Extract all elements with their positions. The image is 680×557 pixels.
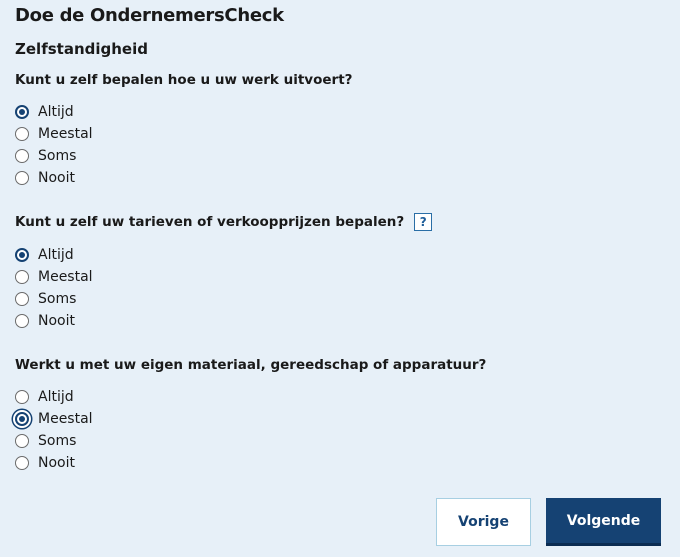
option-label: Meestal <box>38 269 93 285</box>
radio-icon[interactable] <box>15 171 29 185</box>
option-label: Nooit <box>38 455 75 471</box>
question-3-options: Altijd Meestal Soms Nooit <box>15 386 93 474</box>
question-2-text: Kunt u zelf uw tarieven of verkoopprijze… <box>15 214 405 230</box>
radio-icon[interactable] <box>15 456 29 470</box>
question-2-options: Altijd Meestal Soms Nooit <box>15 244 93 332</box>
option-label: Soms <box>38 291 77 307</box>
q3-option-nooit[interactable]: Nooit <box>15 452 93 474</box>
help-icon[interactable]: ? <box>414 213 433 231</box>
q2-option-meestal[interactable]: Meestal <box>15 266 93 288</box>
radio-checked-icon[interactable] <box>15 105 29 119</box>
radio-checked-icon[interactable] <box>15 248 29 262</box>
option-label: Altijd <box>38 247 74 263</box>
option-label: Meestal <box>38 411 93 427</box>
radio-icon[interactable] <box>15 270 29 284</box>
option-label: Altijd <box>38 104 74 120</box>
option-label: Meestal <box>38 126 93 142</box>
question-2: Kunt u zelf uw tarieven of verkoopprijze… <box>15 213 433 231</box>
radio-icon[interactable] <box>15 434 29 448</box>
option-label: Soms <box>38 148 77 164</box>
q3-option-meestal[interactable]: Meestal <box>15 408 93 430</box>
page-title: Doe de OndernemersCheck <box>15 5 284 26</box>
q2-option-altijd[interactable]: Altijd <box>15 244 93 266</box>
q3-option-soms[interactable]: Soms <box>15 430 93 452</box>
q3-option-altijd[interactable]: Altijd <box>15 386 93 408</box>
question-1: Kunt u zelf bepalen hoe u uw werk uitvoe… <box>15 72 352 88</box>
question-3: Werkt u met uw eigen materiaal, gereedsc… <box>15 357 486 373</box>
section-title: Zelfstandigheid <box>15 40 148 58</box>
radio-icon[interactable] <box>15 127 29 141</box>
question-1-text: Kunt u zelf bepalen hoe u uw werk uitvoe… <box>15 72 353 88</box>
q2-option-nooit[interactable]: Nooit <box>15 310 93 332</box>
option-label: Altijd <box>38 389 74 405</box>
radio-icon[interactable] <box>15 292 29 306</box>
q1-option-nooit[interactable]: Nooit <box>15 167 93 189</box>
q1-option-meestal[interactable]: Meestal <box>15 123 93 145</box>
q2-option-soms[interactable]: Soms <box>15 288 93 310</box>
q1-option-altijd[interactable]: Altijd <box>15 101 93 123</box>
option-label: Nooit <box>38 170 75 186</box>
radio-checked-icon[interactable] <box>15 412 29 426</box>
question-1-options: Altijd Meestal Soms Nooit <box>15 101 93 189</box>
option-label: Soms <box>38 433 77 449</box>
option-label: Nooit <box>38 313 75 329</box>
radio-icon[interactable] <box>15 390 29 404</box>
radio-icon[interactable] <box>15 314 29 328</box>
question-3-text: Werkt u met uw eigen materiaal, gereedsc… <box>15 357 487 373</box>
q1-option-soms[interactable]: Soms <box>15 145 93 167</box>
previous-button[interactable]: Vorige <box>436 498 531 546</box>
radio-icon[interactable] <box>15 149 29 163</box>
next-button[interactable]: Volgende <box>546 498 661 546</box>
